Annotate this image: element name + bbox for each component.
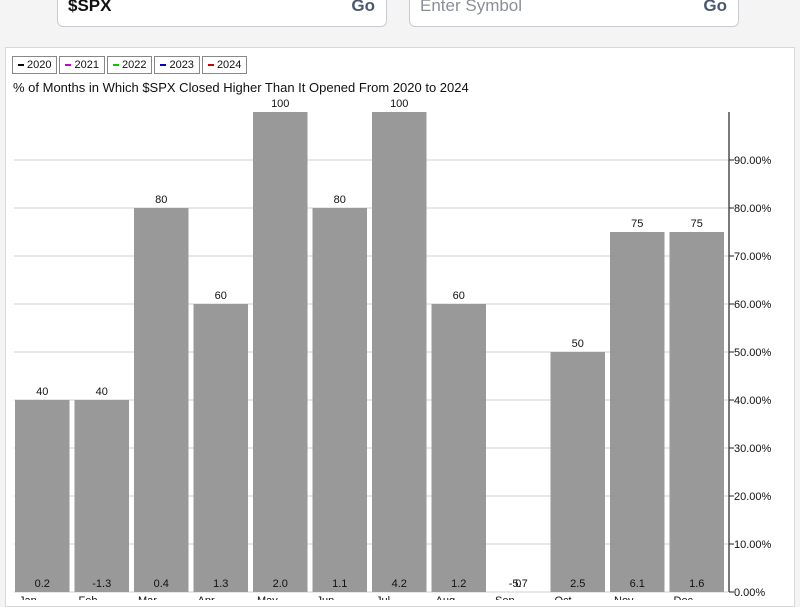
x-tick-label: Jul bbox=[376, 595, 390, 600]
avg-change-label: 1.6 bbox=[689, 578, 704, 590]
y-tick-label: 0.00% bbox=[734, 587, 765, 599]
avg-change-label: 1.1 bbox=[332, 578, 347, 590]
bar-value-label: 50 bbox=[572, 338, 584, 350]
bar-value-label: 75 bbox=[691, 218, 703, 230]
y-tick-label: 70.00% bbox=[734, 251, 772, 263]
avg-change-label: 0.4 bbox=[154, 578, 169, 590]
bar-oct bbox=[550, 352, 605, 592]
bar-value-label: 40 bbox=[96, 386, 108, 398]
avg-change-label: 6.1 bbox=[630, 578, 645, 590]
x-tick-label: Jun bbox=[317, 595, 335, 600]
y-tick-label: 40.00% bbox=[734, 395, 772, 407]
x-tick-label: Nov bbox=[614, 595, 634, 600]
bar-value-label: 60 bbox=[453, 290, 465, 302]
bar-feb bbox=[74, 400, 129, 592]
x-tick-label: Mar bbox=[138, 595, 157, 600]
y-tick-label: 90.00% bbox=[734, 155, 772, 167]
x-tick-label: May bbox=[257, 595, 278, 600]
avg-change-label: 0.2 bbox=[35, 578, 50, 590]
bar-may bbox=[253, 112, 308, 592]
y-tick-label: 80.00% bbox=[734, 203, 772, 215]
avg-change-label: -1.3 bbox=[92, 578, 111, 590]
avg-change-label: 4.2 bbox=[392, 578, 407, 590]
bar-value-label: 100 bbox=[271, 98, 289, 110]
bar-jun bbox=[312, 208, 367, 592]
bar-apr bbox=[193, 304, 248, 592]
bar-aug bbox=[431, 304, 486, 592]
bar-mar bbox=[134, 208, 189, 592]
bar-value-label: 100 bbox=[390, 98, 408, 110]
x-tick-label: Sep bbox=[495, 595, 515, 600]
bar-jan bbox=[15, 400, 70, 592]
bar-jul bbox=[372, 112, 427, 592]
bar-value-label: 40 bbox=[36, 386, 48, 398]
x-tick-label: Apr bbox=[198, 595, 215, 600]
y-tick-label: 10.00% bbox=[734, 539, 772, 551]
x-tick-label: Oct bbox=[555, 595, 572, 600]
y-tick-label: 20.00% bbox=[734, 491, 772, 503]
bar-value-label: 80 bbox=[334, 194, 346, 206]
x-tick-label: Jan bbox=[19, 595, 37, 600]
x-tick-label: Dec bbox=[674, 595, 694, 600]
y-tick-label: 50.00% bbox=[734, 347, 772, 359]
avg-change-label: 1.2 bbox=[451, 578, 466, 590]
bar-value-label: 75 bbox=[631, 218, 643, 230]
bar-chart: 40 0.2 Jan 40 -1.3 Feb 80 0.4 Mar 60 1.3 Apr 100 2.0 M… bbox=[14, 98, 772, 600]
avg-change-label: 1.3 bbox=[213, 578, 228, 590]
bar-nov bbox=[610, 232, 665, 592]
y-tick-label: 30.00% bbox=[734, 443, 772, 455]
avg-change-label: -5.7 bbox=[509, 578, 528, 590]
x-tick-label: Aug bbox=[436, 595, 456, 600]
avg-change-label: 2.0 bbox=[273, 578, 288, 590]
bar-value-label: 80 bbox=[155, 194, 167, 206]
x-tick-label: Feb bbox=[79, 595, 98, 600]
y-tick-label: 60.00% bbox=[734, 299, 772, 311]
avg-change-label: 2.5 bbox=[570, 578, 585, 590]
bar-value-label: 60 bbox=[215, 290, 227, 302]
bar-dec bbox=[669, 232, 724, 592]
